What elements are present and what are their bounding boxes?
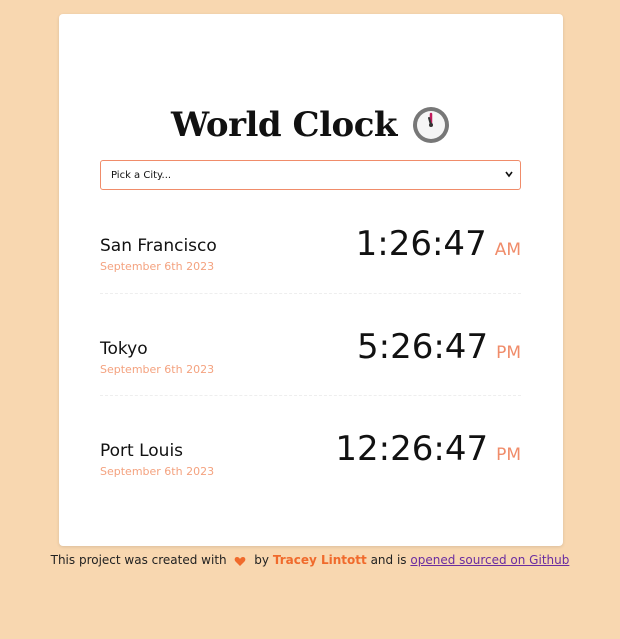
github-link[interactable]: opened sourced on Github [410, 553, 569, 567]
footer-by: by [254, 553, 270, 567]
city-select-value: Pick a City... [111, 169, 172, 181]
footer-prefix: This project was created with [50, 553, 227, 567]
clock-card: World Clock Pick a City... San Francisco… [59, 14, 563, 546]
city-select[interactable]: Pick a City... [100, 160, 521, 190]
footer: This project was created with by Tracey … [0, 553, 620, 567]
author-link[interactable]: Tracey Lintott [273, 553, 367, 567]
time-ampm: AM [494, 240, 521, 260]
city-name: San Francisco [100, 236, 217, 256]
city-time: 12:26:47 PM [335, 429, 521, 469]
city-row-tokyo: Tokyo September 6th 2023 5:26:47 PM [100, 327, 521, 399]
footer-middle: and is [370, 553, 407, 567]
chevron-down-icon [505, 171, 513, 178]
city-date: September 6th 2023 [100, 260, 215, 273]
heart-icon [235, 556, 246, 566]
divider [100, 395, 521, 396]
title-row: World Clock [59, 102, 563, 148]
page-title: World Clock [171, 105, 397, 145]
clock-icon [412, 107, 449, 143]
time-digits: 1:26:47 [355, 224, 487, 264]
time-ampm: PM [496, 343, 521, 363]
city-name: Tokyo [100, 339, 148, 359]
time-digits: 12:26:47 [335, 429, 489, 469]
city-time: 1:26:47 AM [356, 224, 521, 264]
time-digits: 5:26:47 [357, 327, 489, 367]
city-date: September 6th 2023 [100, 465, 215, 478]
city-date: September 6th 2023 [100, 363, 215, 376]
divider [100, 293, 521, 294]
city-time: 5:26:47 PM [357, 327, 521, 367]
city-row-port-louis: Port Louis September 6th 2023 12:26:47 P… [100, 429, 521, 501]
time-ampm: PM [496, 445, 521, 465]
city-row-san-francisco: San Francisco September 6th 2023 1:26:47… [100, 224, 521, 296]
city-name: Port Louis [100, 441, 184, 461]
